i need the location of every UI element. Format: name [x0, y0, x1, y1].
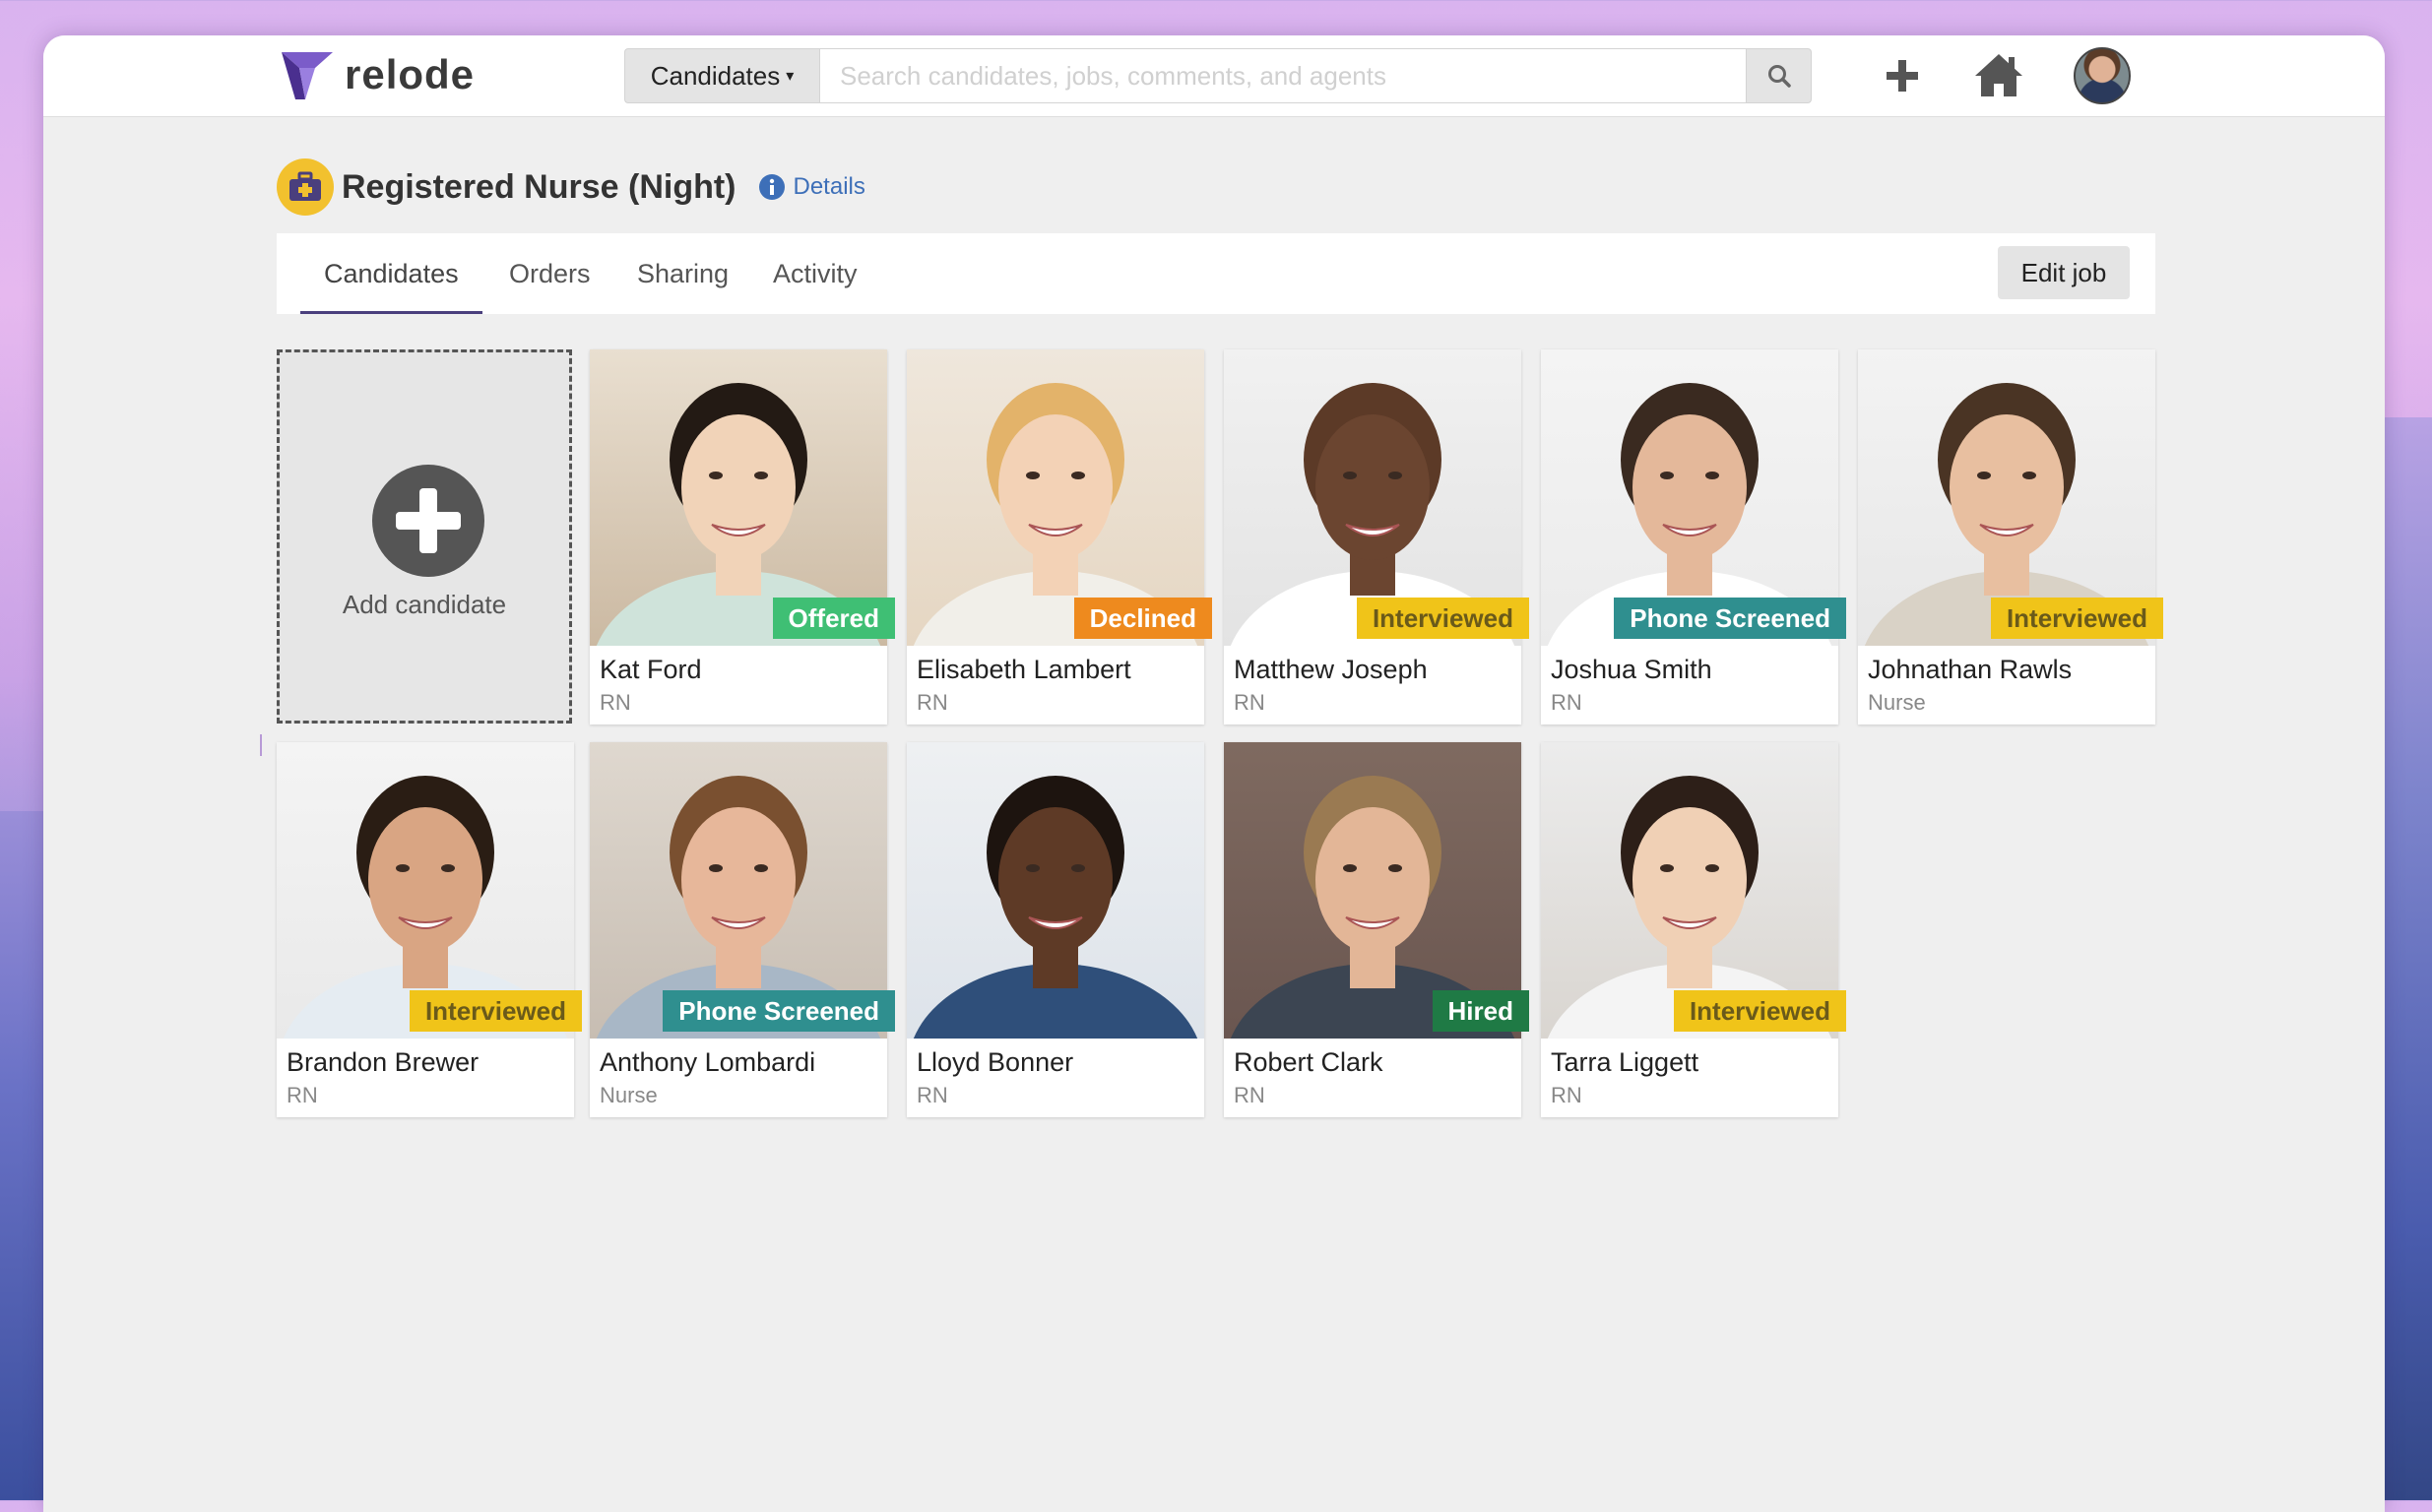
candidate-role: RN: [1234, 1083, 1265, 1107]
add-candidate-icon: [372, 465, 484, 577]
add-candidate-card[interactable]: Add candidate: [277, 349, 572, 724]
status-badge: Offered: [772, 598, 895, 639]
candidate-photo: [907, 742, 1204, 1039]
candidate-name: Brandon Brewer: [287, 1047, 480, 1077]
candidate-card[interactable]: Interviewed Brandon Brewer RN: [277, 742, 582, 1117]
candidate-role: Nurse: [1868, 690, 1926, 715]
status-badge: Hired: [1432, 990, 1529, 1032]
relode-logo-icon: [282, 52, 333, 99]
candidate-role: Nurse: [600, 1083, 658, 1107]
candidate-card[interactable]: Lloyd Bonner RN: [907, 742, 1204, 1117]
text-cursor: [260, 734, 262, 756]
candidate-name: Elisabeth Lambert: [917, 655, 1131, 684]
candidate-name: Johnathan Rawls: [1868, 655, 2073, 684]
top-navbar: relode Candidates ▾: [43, 35, 2385, 117]
candidate-role: RN: [287, 1083, 318, 1107]
edit-job-button[interactable]: Edit job: [1998, 246, 2130, 299]
candidate-card[interactable]: Phone Screened Joshua Smith RN: [1541, 349, 1846, 724]
candidate-role: RN: [917, 690, 948, 715]
medical-kit-icon: [277, 158, 334, 216]
search-bar: Candidates ▾: [624, 48, 1812, 103]
candidate-role: RN: [917, 1083, 948, 1107]
candidate-name: Joshua Smith: [1551, 655, 1712, 684]
search-button[interactable]: [1747, 48, 1812, 103]
candidate-name: Kat Ford: [600, 655, 702, 684]
status-badge: Declined: [1073, 598, 1212, 639]
candidate-card[interactable]: Interviewed Tarra Liggett RN: [1541, 742, 1846, 1117]
candidate-role: RN: [1551, 690, 1582, 715]
candidate-role: RN: [600, 690, 631, 715]
status-badge: Interviewed: [1356, 598, 1529, 639]
tab-activity[interactable]: Activity: [773, 233, 858, 314]
status-badge: Interviewed: [409, 990, 582, 1032]
job-title: Registered Nurse (Night): [342, 167, 736, 206]
status-badge: Interviewed: [1673, 990, 1846, 1032]
candidate-name: Anthony Lombardi: [600, 1047, 816, 1077]
job-header: Registered Nurse (Night) Details: [277, 158, 865, 217]
user-avatar[interactable]: [2074, 47, 2131, 104]
caret-down-icon: ▾: [786, 68, 795, 85]
details-link[interactable]: Details: [794, 173, 865, 201]
tab-orders[interactable]: Orders: [509, 233, 591, 314]
candidate-card[interactable]: Offered Kat Ford RN: [590, 349, 895, 724]
candidate-card[interactable]: Interviewed Johnathan Rawls Nurse: [1858, 349, 2163, 724]
tab-sharing[interactable]: Sharing: [637, 233, 729, 314]
candidate-card[interactable]: Interviewed Matthew Joseph RN: [1224, 349, 1529, 724]
search-icon: [1767, 65, 1791, 88]
search-category-dropdown[interactable]: Candidates ▾: [624, 48, 819, 103]
status-badge: Interviewed: [1990, 598, 2163, 639]
candidate-card[interactable]: Declined Elisabeth Lambert RN: [907, 349, 1212, 724]
candidate-role: RN: [1551, 1083, 1582, 1107]
browser-window: relode Candidates ▾ Search candidates, j…: [43, 35, 2385, 1512]
job-tabs: Candidates Orders Sharing Activity Edit …: [277, 233, 2155, 314]
status-badge: Phone Screened: [663, 990, 895, 1032]
candidate-name: Tarra Liggett: [1551, 1047, 1699, 1077]
add-candidate-label: Add candidate: [342, 590, 507, 619]
candidate-card[interactable]: Phone Screened Anthony Lombardi Nurse: [590, 742, 895, 1117]
search-category-label: Candidates: [650, 60, 781, 91]
add-icon[interactable]: [1881, 54, 1924, 97]
tab-candidates[interactable]: Candidates: [300, 233, 482, 314]
logo-text: relode: [345, 51, 476, 97]
candidate-role: RN: [1234, 690, 1265, 715]
candidate-name: Lloyd Bonner: [917, 1047, 1074, 1077]
search-input[interactable]: [819, 48, 1747, 103]
status-badge: Phone Screened: [1614, 598, 1846, 639]
home-icon[interactable]: [1973, 51, 2024, 98]
candidate-name: Matthew Joseph: [1234, 655, 1428, 684]
candidate-name: Robert Clark: [1234, 1047, 1383, 1077]
info-icon[interactable]: [758, 173, 786, 201]
relode-logo[interactable]: relode: [278, 45, 475, 104]
candidate-card[interactable]: Hired Robert Clark RN: [1224, 742, 1529, 1117]
